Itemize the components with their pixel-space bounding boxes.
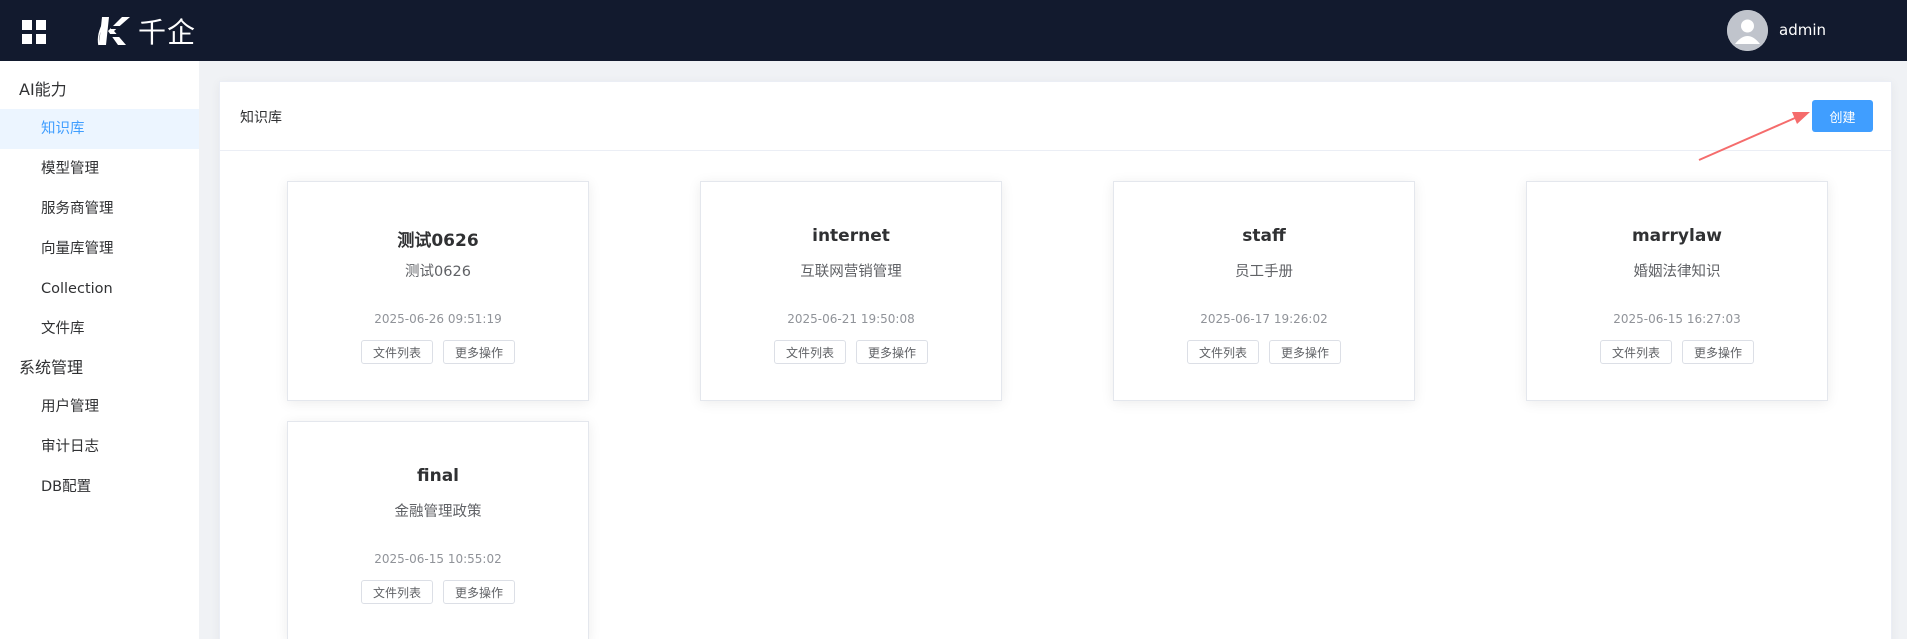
more-actions-button[interactable]: 更多操作	[856, 340, 929, 364]
sidebar: AI能力 知识库 模型管理 服务商管理 向量库管理 Collection 文件库…	[0, 61, 199, 639]
file-list-button[interactable]: 文件列表	[1599, 340, 1672, 364]
sidebar-item-collection[interactable]: Collection	[0, 269, 199, 309]
sidebar-item-provider-management[interactable]: 服务商管理	[0, 189, 199, 229]
card-actions: 文件列表 更多操作	[288, 580, 588, 604]
username: admin	[1779, 21, 1826, 39]
card-description: 员工手册	[1235, 264, 1293, 280]
sidebar-item-audit-log[interactable]: 审计日志	[0, 427, 199, 467]
top-header: 千企 admin	[0, 0, 1907, 61]
knowledge-base-card[interactable]: marrylaw 婚姻法律知识 2025-06-15 16:27:03 文件列表…	[1526, 181, 1828, 401]
card-timestamp: 2025-06-15 10:55:02	[374, 552, 502, 566]
card-actions: 文件列表 更多操作	[1114, 340, 1414, 364]
card-title: 测试0626	[397, 231, 479, 251]
file-list-button[interactable]: 文件列表	[360, 340, 433, 364]
card-title: internet	[812, 226, 890, 246]
sidebar-item-file-library[interactable]: 文件库	[0, 309, 199, 349]
card-actions: 文件列表 更多操作	[288, 340, 588, 364]
logo-mark-icon	[97, 17, 130, 46]
card-description: 婚姻法律知识	[1633, 264, 1721, 280]
sidebar-item-model-management[interactable]: 模型管理	[0, 149, 199, 189]
card-timestamp: 2025-06-21 19:50:08	[787, 312, 915, 326]
sidebar-item-user-management[interactable]: 用户管理	[0, 387, 199, 427]
sidebar-item-db-config[interactable]: DB配置	[0, 467, 199, 507]
panel-header: 知识库 创建	[220, 82, 1891, 151]
logo: 千企	[96, 12, 196, 50]
sidebar-item-vector-db-management[interactable]: 向量库管理	[0, 229, 199, 269]
card-description: 测试0626	[405, 264, 471, 280]
card-title: staff	[1242, 226, 1286, 246]
card-actions: 文件列表 更多操作	[1527, 340, 1827, 364]
knowledge-base-card[interactable]: staff 员工手册 2025-06-17 19:26:02 文件列表 更多操作	[1113, 181, 1415, 401]
card-title: final	[416, 466, 459, 486]
menu-group-system: 系统管理	[19, 358, 84, 377]
logo-text: 千企	[138, 16, 197, 49]
knowledge-base-panel: 知识库 创建 测试0626 测试0626 2025-06-26 09:51:19…	[219, 81, 1892, 639]
card-actions: 文件列表 更多操作	[701, 340, 1001, 364]
card-timestamp: 2025-06-26 09:51:19	[374, 312, 502, 326]
knowledge-base-card[interactable]: final 金融管理政策 2025-06-15 10:55:02 文件列表 更多…	[287, 421, 589, 639]
more-actions-button[interactable]: 更多操作	[1682, 340, 1755, 364]
file-list-button[interactable]: 文件列表	[773, 340, 846, 364]
card-timestamp: 2025-06-17 19:26:02	[1200, 312, 1328, 326]
knowledge-base-card[interactable]: 测试0626 测试0626 2025-06-26 09:51:19 文件列表 更…	[287, 181, 589, 401]
file-list-button[interactable]: 文件列表	[360, 580, 433, 604]
menu-group-ai: AI能力	[19, 80, 67, 99]
apps-grid-icon[interactable]	[22, 20, 46, 44]
user-menu[interactable]: admin	[1727, 0, 1907, 61]
card-timestamp: 2025-06-15 16:27:03	[1613, 312, 1741, 326]
more-actions-button[interactable]: 更多操作	[443, 580, 516, 604]
user-avatar-icon	[1727, 10, 1768, 51]
page-title: 知识库	[240, 110, 282, 126]
card-description: 互联网营销管理	[800, 264, 902, 280]
create-button[interactable]: 创建	[1812, 100, 1873, 132]
file-list-button[interactable]: 文件列表	[1186, 340, 1259, 364]
more-actions-button[interactable]: 更多操作	[443, 340, 516, 364]
knowledge-base-card[interactable]: internet 互联网营销管理 2025-06-21 19:50:08 文件列…	[700, 181, 1002, 401]
avatar[interactable]	[1727, 10, 1768, 51]
card-description: 金融管理政策	[394, 504, 482, 520]
card-title: marrylaw	[1631, 226, 1723, 246]
more-actions-button[interactable]: 更多操作	[1269, 340, 1342, 364]
sidebar-item-knowledge-base[interactable]: 知识库	[0, 109, 199, 149]
